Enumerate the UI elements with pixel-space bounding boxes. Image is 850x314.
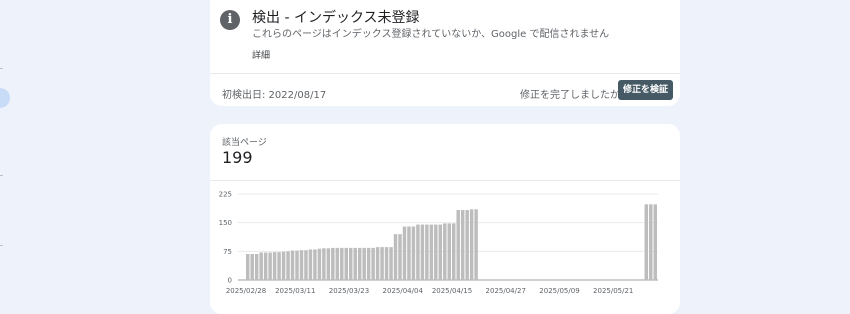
bar[interactable] (456, 210, 460, 280)
bar[interactable] (371, 247, 375, 280)
bar[interactable] (290, 250, 295, 280)
bar[interactable] (474, 209, 478, 280)
bar[interactable] (286, 251, 290, 280)
bar[interactable] (272, 252, 277, 280)
bar[interactable] (384, 247, 389, 280)
bar[interactable] (304, 250, 308, 280)
bar[interactable] (420, 224, 425, 280)
bar[interactable] (295, 250, 299, 280)
affected-pages-label: 該当ページ (222, 138, 267, 148)
bar[interactable] (268, 252, 272, 280)
bar[interactable] (299, 250, 304, 280)
affected-pages-count: 199 (222, 148, 253, 167)
bar[interactable] (250, 254, 254, 280)
bar[interactable] (353, 247, 357, 280)
bar[interactable] (416, 224, 420, 280)
x-tick-label: 2025/02/28 (226, 287, 266, 295)
x-tick-label: 2025/04/04 (383, 287, 424, 295)
bar[interactable] (246, 254, 250, 280)
bar[interactable] (443, 223, 447, 280)
bar[interactable] (452, 223, 456, 280)
affected-pages-card: 該当ページ 199 0 75 150 225 2025/02/28 2025/03/11 2… (210, 124, 680, 314)
divider (210, 73, 680, 74)
issue-description: これらのページはインデックス登録されていないか、Google で配信されません (252, 29, 610, 40)
bar[interactable] (308, 249, 313, 280)
bar[interactable] (254, 254, 259, 280)
bar[interactable] (380, 247, 384, 280)
validate-fix-button[interactable]: 修正を検証 (618, 80, 674, 100)
x-tick-label: 2025/05/09 (539, 287, 579, 295)
bar[interactable] (398, 234, 402, 280)
issue-card: i 検出 - インデックス未登録 これらのページはインデックス登録されていないか… (210, 0, 680, 106)
bar[interactable] (465, 210, 469, 280)
bar[interactable] (349, 247, 353, 280)
bar[interactable] (362, 247, 366, 280)
x-tick-label: 2025/03/11 (275, 287, 315, 295)
bar[interactable] (335, 247, 340, 280)
x-tick-label: 2025/04/15 (432, 287, 472, 295)
selected-nav-indicator[interactable] (0, 88, 10, 108)
bar[interactable] (389, 247, 393, 280)
bar[interactable] (438, 224, 443, 280)
bar[interactable] (393, 234, 398, 280)
y-tick-label: 225 (219, 191, 232, 199)
bar[interactable] (344, 247, 348, 280)
bar[interactable] (263, 252, 268, 280)
bar[interactable] (281, 251, 286, 280)
bar[interactable] (277, 252, 281, 280)
bar[interactable] (340, 247, 344, 280)
bar[interactable] (366, 247, 371, 280)
bar[interactable] (331, 247, 335, 280)
y-tick-label: 150 (219, 219, 232, 227)
bar[interactable] (357, 247, 362, 280)
nav-tick (0, 245, 3, 246)
details-link[interactable]: 詳細 (252, 48, 270, 61)
bar[interactable] (434, 224, 438, 280)
bar[interactable] (653, 204, 657, 280)
left-nav-rail (0, 0, 10, 300)
bar[interactable] (402, 226, 407, 280)
first-detected-date: 初検出日: 2022/08/17 (222, 90, 327, 101)
bar[interactable] (259, 252, 263, 280)
bar[interactable] (322, 248, 326, 280)
bar[interactable] (317, 248, 322, 280)
bar[interactable] (429, 224, 434, 280)
x-tick-label: 2025/03/23 (329, 287, 369, 295)
bar[interactable] (649, 204, 653, 280)
nav-tick (0, 175, 3, 176)
fix-question: 修正を完了しましたか？ (520, 90, 630, 101)
bar[interactable] (469, 209, 474, 280)
y-tick-label: 75 (223, 248, 232, 256)
bar[interactable] (313, 249, 317, 280)
x-tick-label: 2025/04/27 (486, 287, 526, 295)
info-icon: i (220, 10, 240, 30)
affected-pages-chart: 0 75 150 225 2025/02/28 2025/03/11 2025/03/23 2… (219, 191, 658, 295)
nav-tick (0, 68, 3, 69)
bar[interactable] (425, 224, 429, 280)
bar[interactable] (411, 226, 416, 280)
bar[interactable] (326, 248, 331, 280)
x-tick-label: 2025/05/21 (593, 287, 633, 295)
issue-title: 検出 - インデックス未登録 (252, 10, 420, 26)
bar[interactable] (447, 223, 451, 280)
bar[interactable] (375, 247, 380, 280)
bar[interactable] (407, 226, 411, 280)
bar[interactable] (644, 204, 649, 280)
y-tick-label: 0 (228, 277, 232, 285)
bar[interactable] (460, 210, 465, 280)
